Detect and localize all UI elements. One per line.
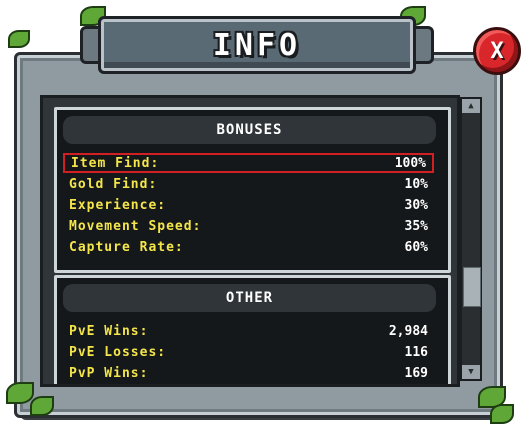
other-panel: OTHER PvE Wins: 2,984 PvE Losses: 116 PvP Wi… — [54, 275, 451, 384]
other-value: 169 — [404, 365, 428, 381]
bonuses-label: Movement Speed: — [69, 218, 202, 234]
other-label: PvE Losses: — [69, 344, 167, 360]
close-button[interactable]: X — [473, 27, 521, 75]
vine-leaf-icon — [490, 404, 514, 424]
bonuses-value: 60% — [404, 239, 428, 255]
bonuses-label: Gold Find: — [69, 176, 158, 192]
bonuses-row: Experience: 30% — [63, 195, 434, 215]
bonuses-panel: BONUSES Item Find: 100% Gold Find: 10% Exper… — [54, 107, 451, 273]
vine-leaf-icon — [8, 30, 30, 48]
bonuses-header: BONUSES — [63, 116, 436, 144]
bonuses-value: 35% — [404, 218, 428, 234]
bonuses-row: Item Find: 100% — [63, 153, 434, 173]
scroll-thumb[interactable] — [463, 267, 481, 307]
other-value: 2,984 — [388, 323, 428, 339]
info-scroll-area[interactable]: BONUSES Item Find: 100% Gold Find: 10% Exper… — [40, 95, 460, 387]
other-row: PvE Losses: 116 — [63, 342, 434, 362]
bonuses-label: Item Find: — [71, 155, 160, 171]
scroll-up-icon[interactable]: ▲ — [462, 99, 480, 113]
bonuses-row: Capture Rate: 60% — [63, 237, 434, 257]
vine-leaf-icon — [30, 396, 54, 416]
bonuses-value: 30% — [404, 197, 428, 213]
close-icon: X — [490, 38, 504, 64]
other-label: PvP Wins: — [69, 365, 149, 381]
bonuses-label: Capture Rate: — [69, 239, 184, 255]
bonuses-row: Gold Find: 10% — [63, 174, 434, 194]
other-row: PvE Wins: 2,984 — [63, 321, 434, 341]
bonuses-row: Movement Speed: 35% — [63, 216, 434, 236]
bonuses-label: Experience: — [69, 197, 167, 213]
window-title: INFO — [212, 27, 302, 63]
vine-leaf-icon — [6, 382, 34, 404]
bonuses-value: 10% — [404, 176, 428, 192]
scroll-down-icon[interactable]: ▼ — [462, 365, 480, 379]
other-row: PvP Wins: 169 — [63, 363, 434, 383]
other-label: PvE Wins: — [69, 323, 149, 339]
bonuses-value: 100% — [394, 155, 426, 171]
vertical-scrollbar[interactable]: ▲ ▼ — [460, 97, 482, 381]
other-value: 116 — [404, 344, 428, 360]
other-header: OTHER — [63, 284, 436, 312]
